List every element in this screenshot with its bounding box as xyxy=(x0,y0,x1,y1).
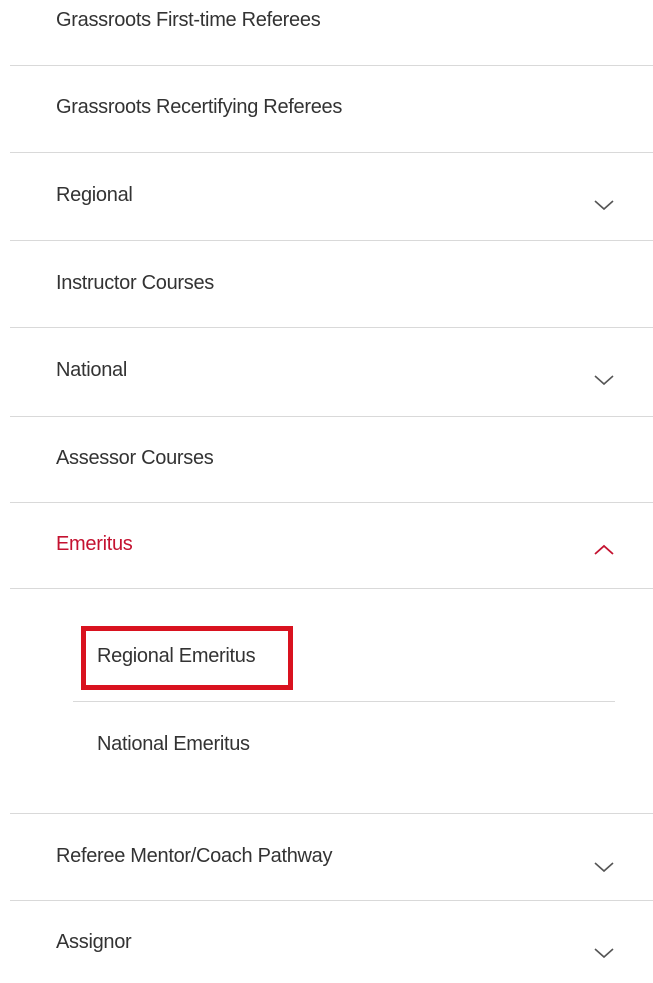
menu-item-label: Assignor xyxy=(56,931,132,953)
menu-item-assessor-courses[interactable]: Assessor Courses xyxy=(10,417,653,503)
menu-item-label: Regional xyxy=(56,184,133,206)
submenu-item-label: National Emeritus xyxy=(97,733,250,755)
menu-item-label: Emeritus xyxy=(56,533,133,555)
menu-item-label: Referee Mentor/Coach Pathway xyxy=(56,845,333,867)
menu-item-label: National xyxy=(56,359,127,381)
menu-item-label: Grassroots Recertifying Referees xyxy=(56,96,343,118)
chevron-down-icon xyxy=(593,860,615,874)
chevron-down-icon xyxy=(593,373,615,387)
menu-item-regional[interactable]: Regional xyxy=(10,153,653,241)
menu-item-label: Assessor Courses xyxy=(56,447,214,469)
submenu-item-national-emeritus[interactable]: National Emeritus xyxy=(73,702,615,782)
menu-item-label: Grassroots First-time Referees xyxy=(56,9,321,31)
chevron-down-icon xyxy=(593,946,615,960)
menu-item-emeritus[interactable]: Emeritus xyxy=(10,503,653,589)
menu-item-referee-mentor-coach[interactable]: Referee Mentor/Coach Pathway xyxy=(10,813,653,901)
menu-item-grassroots-recertifying[interactable]: Grassroots Recertifying Referees xyxy=(10,66,653,153)
chevron-down-icon xyxy=(593,198,615,212)
menu-item-national[interactable]: National xyxy=(10,328,653,417)
menu-item-instructor-courses[interactable]: Instructor Courses xyxy=(10,241,653,328)
menu-item-grassroots-first-time[interactable]: Grassroots First-time Referees xyxy=(10,0,653,66)
highlight-box xyxy=(81,626,293,690)
menu-item-assignor[interactable]: Assignor xyxy=(10,901,653,983)
chevron-up-icon xyxy=(593,543,615,557)
menu-item-label: Instructor Courses xyxy=(56,272,214,294)
